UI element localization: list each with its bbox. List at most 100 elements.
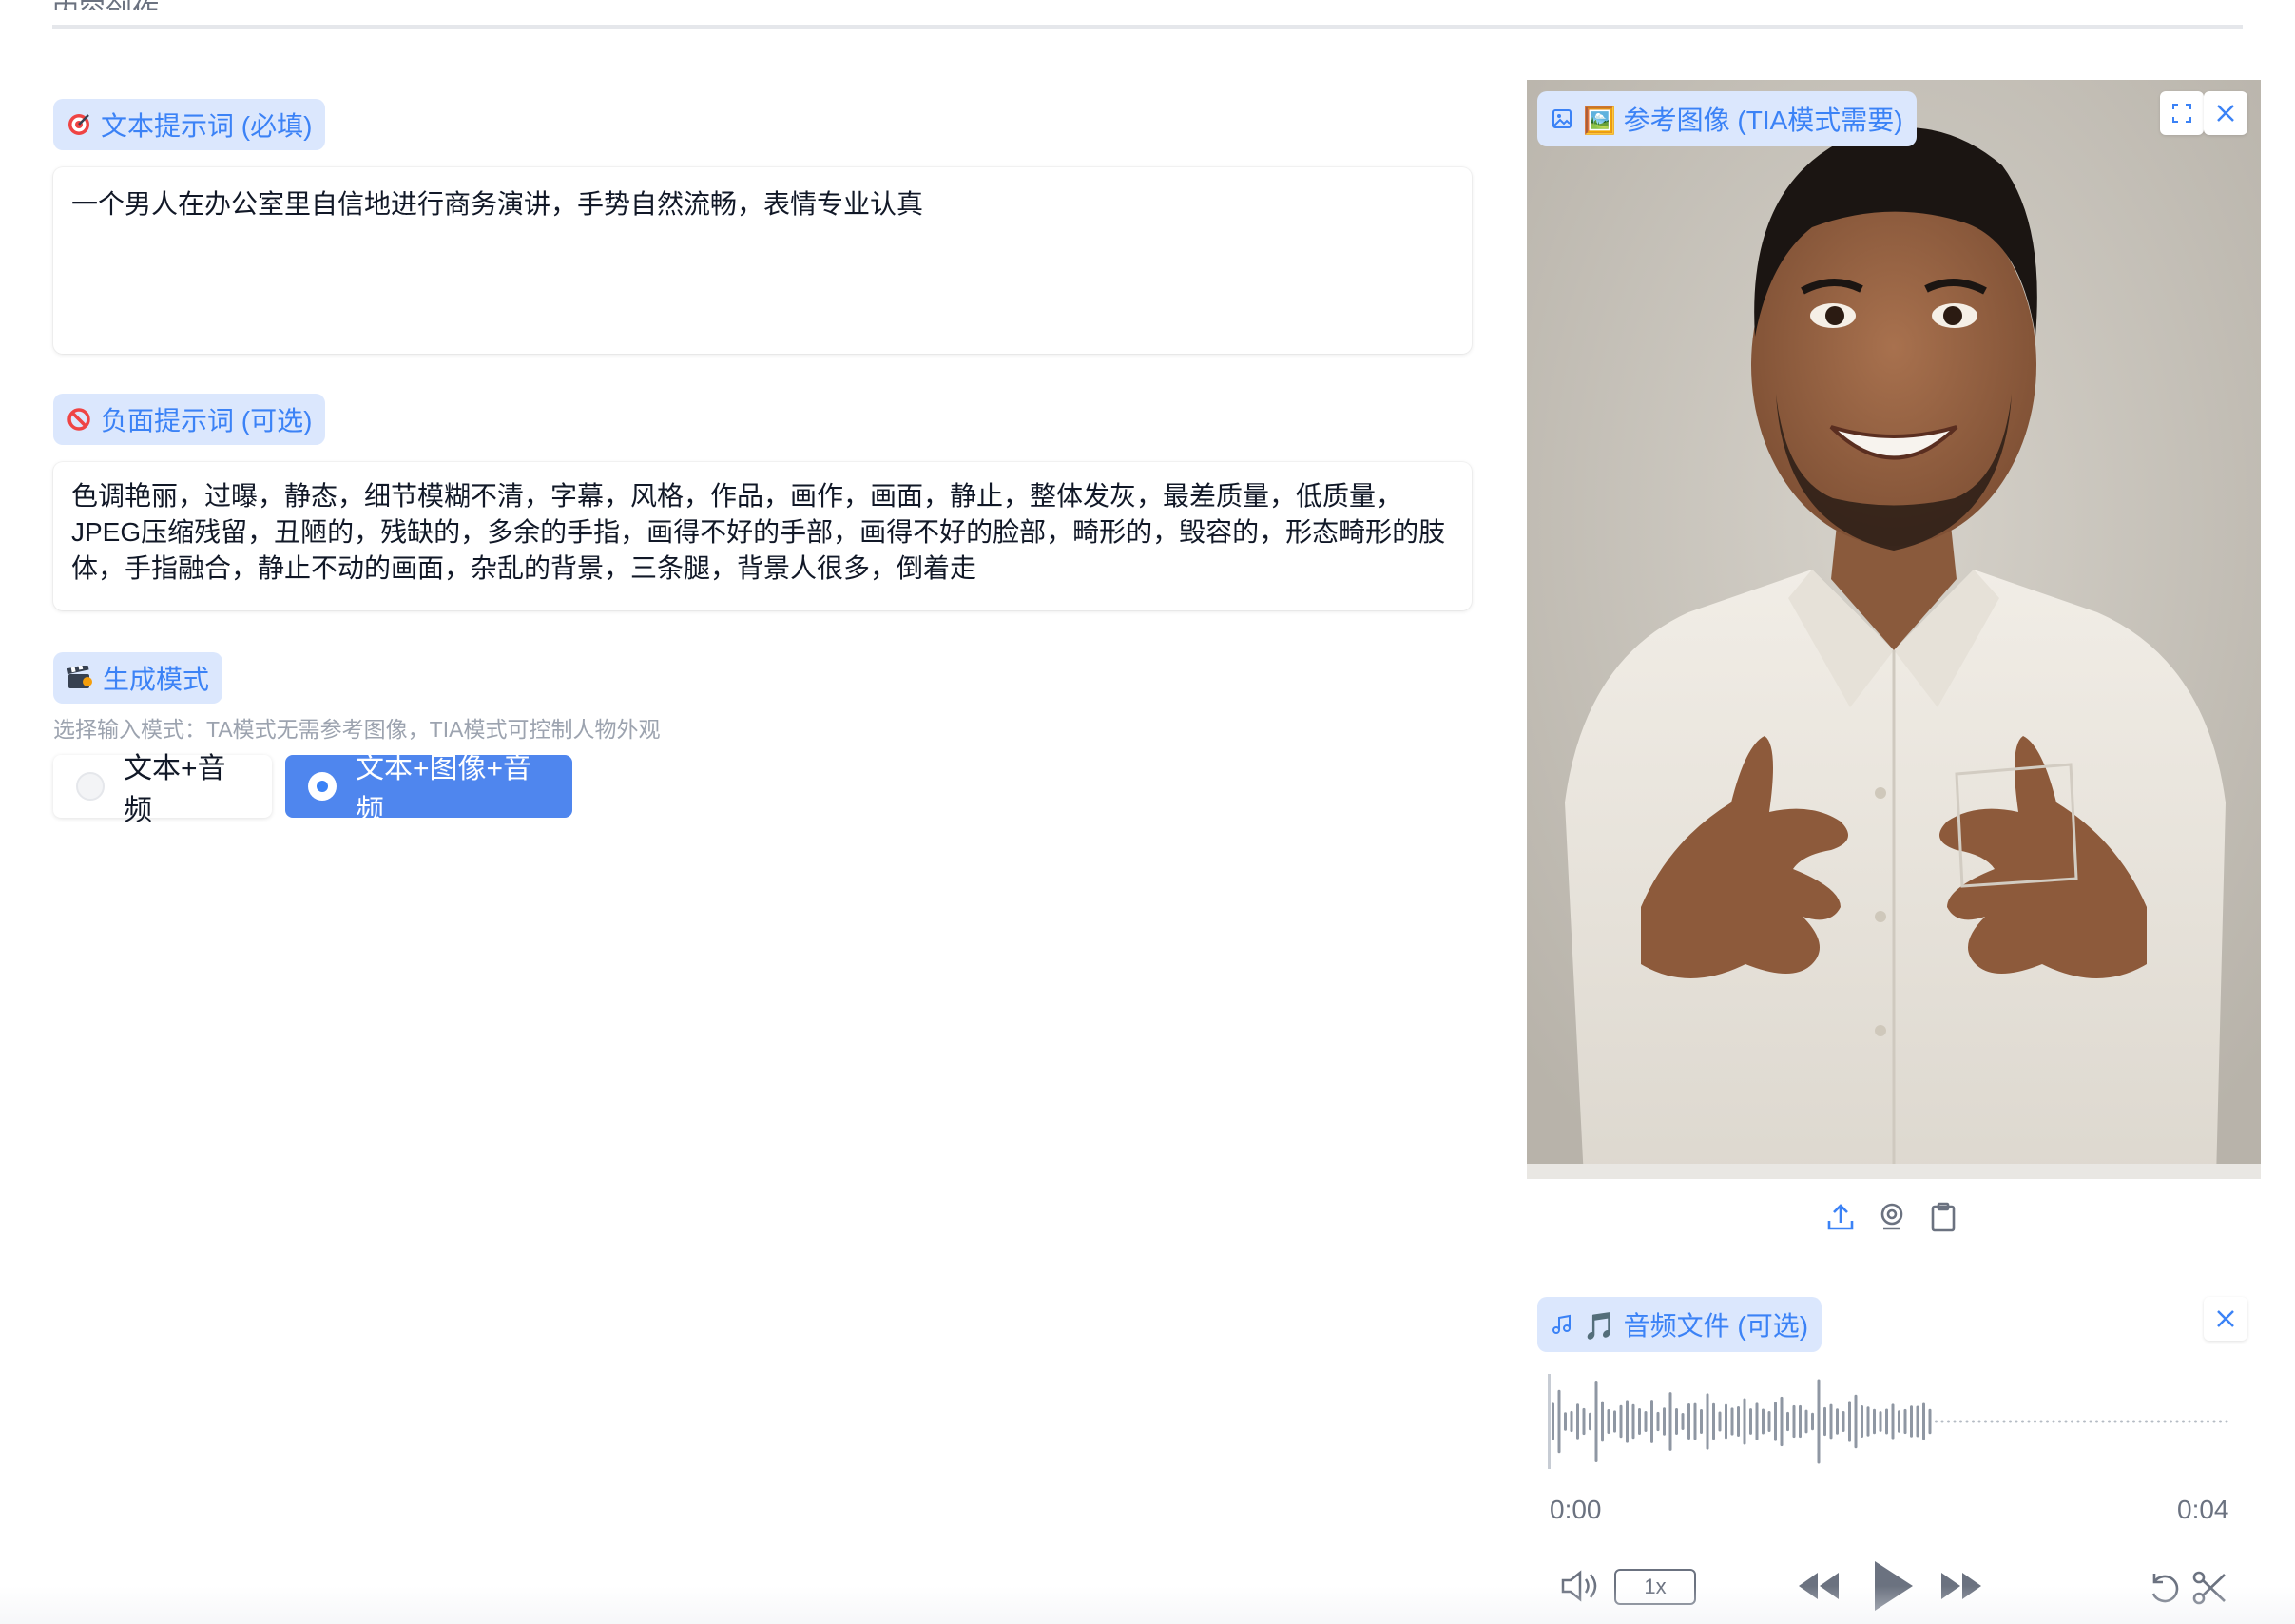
- waveform-bar: [1953, 1420, 1957, 1423]
- waveform-bar: [1668, 1392, 1672, 1451]
- waveform-bar: [1631, 1403, 1635, 1440]
- waveform-bar: [2126, 1420, 2130, 1423]
- audio-waveform[interactable]: [1548, 1369, 2232, 1474]
- waveform-bar: [1650, 1400, 1653, 1443]
- mode-hint: 选择输入模式：TA模式无需参考图像，TIA模式可控制人物外观: [53, 717, 661, 742]
- waveform-bar: [2064, 1420, 2068, 1423]
- close-icon[interactable]: [2204, 1297, 2247, 1341]
- mode-option-text-image-audio[interactable]: 文本+图像+音频: [285, 753, 572, 826]
- reference-image-preview[interactable]: [1527, 80, 2261, 1179]
- waveform-bar: [1712, 1402, 1715, 1440]
- section-title: 内容创作: [52, 0, 159, 10]
- mode-option-text-audio[interactable]: 文本+音频: [53, 753, 272, 826]
- waveform-bar: [1613, 1410, 1616, 1433]
- mode-option-label: 文本+图像+音频: [356, 753, 532, 826]
- mode-label: 生成模式: [103, 665, 210, 694]
- waveform-bar: [1582, 1407, 1586, 1436]
- prohibited-icon: [67, 407, 91, 432]
- close-icon[interactable]: [2204, 91, 2247, 135]
- section-divider: [52, 25, 2243, 29]
- fullscreen-icon[interactable]: [2160, 91, 2204, 135]
- waveform-bar: [1817, 1379, 1821, 1464]
- waveform-bar: [1799, 1404, 1802, 1439]
- waveform-bar: [2021, 1420, 2024, 1423]
- waveform-bar: [2027, 1420, 2031, 1423]
- waveform-bar: [1928, 1408, 1932, 1435]
- waveform-bar: [1792, 1404, 1796, 1439]
- waveform-bar: [1619, 1404, 1623, 1439]
- waveform-bar: [2219, 1420, 2222, 1423]
- waveform-bar: [2145, 1420, 2148, 1423]
- waveform-bar: [1557, 1389, 1561, 1454]
- mode-option-label: 文本+音频: [124, 753, 226, 826]
- waveform-bar: [1965, 1420, 1969, 1423]
- image-source-toolbar: [1825, 1200, 1958, 1234]
- waveform-bar: [1811, 1412, 1814, 1431]
- waveform-bar: [1675, 1407, 1678, 1436]
- waveform-bar: [1804, 1409, 1808, 1434]
- waveform-bar: [2194, 1420, 2197, 1423]
- clipboard-icon[interactable]: [1928, 1200, 1958, 1234]
- waveform-bar: [1774, 1402, 1777, 1441]
- waveform-bar: [1755, 1402, 1759, 1440]
- mode-label-chip: 生成模式: [53, 652, 223, 704]
- audio-label: 🎵 音频文件 (可选): [1583, 1311, 1809, 1341]
- reference-image-label-chip: 🖼️ 参考图像 (TIA模式需要): [1537, 91, 1917, 146]
- waveform-bar: [1552, 1402, 1554, 1440]
- waveform-bar: [1762, 1408, 1765, 1435]
- playhead[interactable]: [1548, 1374, 1551, 1469]
- waveform-bar: [1594, 1380, 1598, 1463]
- waveform-bar: [1873, 1408, 1876, 1435]
- waveform-bar: [1570, 1410, 1573, 1433]
- waveform-bar: [2132, 1420, 2135, 1423]
- waveform-bar: [1644, 1410, 1648, 1433]
- radio-unchecked-icon[interactable]: [76, 772, 105, 801]
- waveform-bar: [1607, 1408, 1610, 1435]
- waveform-bar: [2182, 1420, 2185, 1423]
- waveform-bar: [1786, 1411, 1789, 1432]
- waveform-bar: [1935, 1420, 1938, 1423]
- waveform-bar: [1959, 1420, 1962, 1423]
- waveform-bar: [1916, 1405, 1919, 1438]
- waveform-bar: [1947, 1420, 1950, 1423]
- waveform-bar: [1940, 1420, 1944, 1423]
- waveform-bar: [2083, 1420, 2086, 1423]
- waveform-bar: [2089, 1420, 2092, 1423]
- waveform-bar: [1601, 1401, 1604, 1442]
- waveform-bar: [2015, 1420, 2018, 1423]
- waveform-bar: [1836, 1408, 1839, 1435]
- waveform-bar: [2157, 1420, 2160, 1423]
- waveform-bar: [1866, 1406, 1870, 1437]
- waveform-bar: [2200, 1420, 2204, 1423]
- waveform-bar: [1990, 1420, 1994, 1423]
- waveform-bar: [1718, 1411, 1722, 1432]
- waveform-bar: [1823, 1406, 1826, 1437]
- waveform-bar: [1589, 1412, 1591, 1431]
- audio-label-chip: 🎵 音频文件 (可选): [1537, 1297, 1822, 1352]
- waveform-bar: [2052, 1420, 2055, 1423]
- portrait-photo: [1527, 80, 2261, 1179]
- waveform-bar: [1922, 1402, 1925, 1440]
- radio-checked-icon[interactable]: [308, 772, 337, 801]
- waveform-bar: [1891, 1403, 1895, 1440]
- upload-icon[interactable]: [1825, 1200, 1856, 1234]
- webcam-icon[interactable]: [1877, 1200, 1907, 1234]
- waveform-bar: [1854, 1394, 1858, 1449]
- duration: 0:04: [2177, 1495, 2229, 1524]
- prompt-textarea[interactable]: 一个男人在办公室里自信地进行商务演讲，手势自然流畅，表情专业认真: [53, 167, 1472, 354]
- waveform-bar: [2212, 1420, 2216, 1423]
- waveform-bar: [2188, 1420, 2191, 1423]
- waveform-bar: [1910, 1405, 1913, 1438]
- target-icon: [67, 112, 91, 137]
- negative-prompt-textarea[interactable]: 色调艳丽，过曝，静态，细节模糊不清，字幕，风格，作品，画作，画面，静止，整体发灰…: [53, 462, 1472, 610]
- waveform-bar: [1972, 1420, 1975, 1423]
- waveform-bar: [2046, 1420, 2049, 1423]
- waveform-bar: [1848, 1401, 1851, 1442]
- waveform-bar: [2225, 1420, 2228, 1423]
- waveform-bar: [1706, 1393, 1709, 1450]
- waveform-bar: [2163, 1420, 2167, 1423]
- waveform-bar: [2108, 1420, 2111, 1423]
- waveform-bar: [1842, 1410, 1845, 1433]
- waveform-bar: [2101, 1420, 2105, 1423]
- waveform-bar: [1681, 1413, 1685, 1430]
